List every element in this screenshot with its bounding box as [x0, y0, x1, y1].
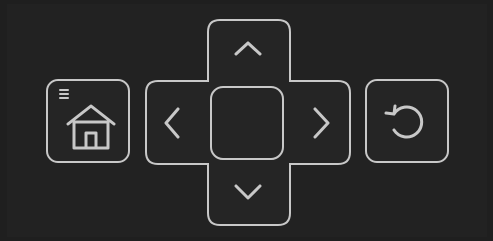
- dpad-ok-button[interactable]: [211, 86, 283, 158]
- dpad-right-button[interactable]: [290, 81, 352, 163]
- menu-icon: [59, 89, 69, 99]
- dpad-up-button[interactable]: [208, 20, 290, 80]
- dpad-down-button[interactable]: [208, 165, 290, 225]
- remote-control-panel: [0, 0, 493, 241]
- home-button[interactable]: [46, 79, 130, 163]
- refresh-icon: [384, 104, 424, 139]
- back-button[interactable]: [365, 79, 449, 163]
- dpad-left-button[interactable]: [146, 81, 208, 163]
- home-icon: [59, 89, 116, 150]
- dpad: [144, 18, 352, 228]
